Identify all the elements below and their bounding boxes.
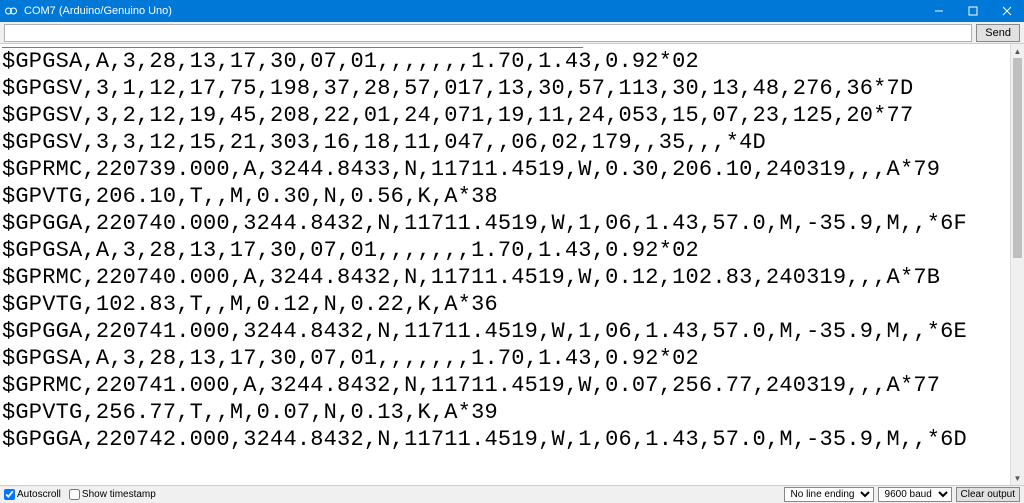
autoscroll-label: Autoscroll — [17, 489, 61, 500]
autoscroll-checkbox[interactable] — [4, 489, 15, 500]
status-bar: Autoscroll Show timestamp No line ending… — [0, 485, 1024, 503]
scroll-thumb[interactable] — [1013, 58, 1022, 258]
minimize-button[interactable] — [922, 0, 956, 22]
timestamp-control[interactable]: Show timestamp — [69, 489, 156, 500]
vertical-scrollbar[interactable]: ▲ ▼ — [1010, 44, 1024, 485]
serial-output: $GPGSA,A,3,28,13,17,30,07,01,,,,,,,1.70,… — [0, 48, 1024, 453]
titlebar: COM7 (Arduino/Genuino Uno) — [0, 0, 1024, 22]
clear-output-button[interactable]: Clear output — [956, 487, 1020, 502]
window-controls — [922, 0, 1024, 22]
close-button[interactable] — [990, 0, 1024, 22]
output-area: ────────────────────────────────────────… — [0, 44, 1024, 485]
line-ending-select[interactable]: No line ending — [784, 487, 874, 502]
serial-input[interactable] — [4, 24, 972, 42]
timestamp-label: Show timestamp — [82, 489, 156, 500]
baud-select[interactable]: 9600 baud — [878, 487, 952, 502]
window-title: COM7 (Arduino/Genuino Uno) — [24, 5, 922, 17]
autoscroll-control[interactable]: Autoscroll — [4, 489, 61, 500]
scroll-down-arrow-icon[interactable]: ▼ — [1011, 471, 1024, 485]
send-button[interactable]: Send — [976, 24, 1020, 42]
timestamp-checkbox[interactable] — [69, 489, 80, 500]
input-toolbar: Send — [0, 22, 1024, 44]
maximize-button[interactable] — [956, 0, 990, 22]
arduino-icon — [4, 4, 18, 18]
scroll-up-arrow-icon[interactable]: ▲ — [1011, 44, 1024, 58]
